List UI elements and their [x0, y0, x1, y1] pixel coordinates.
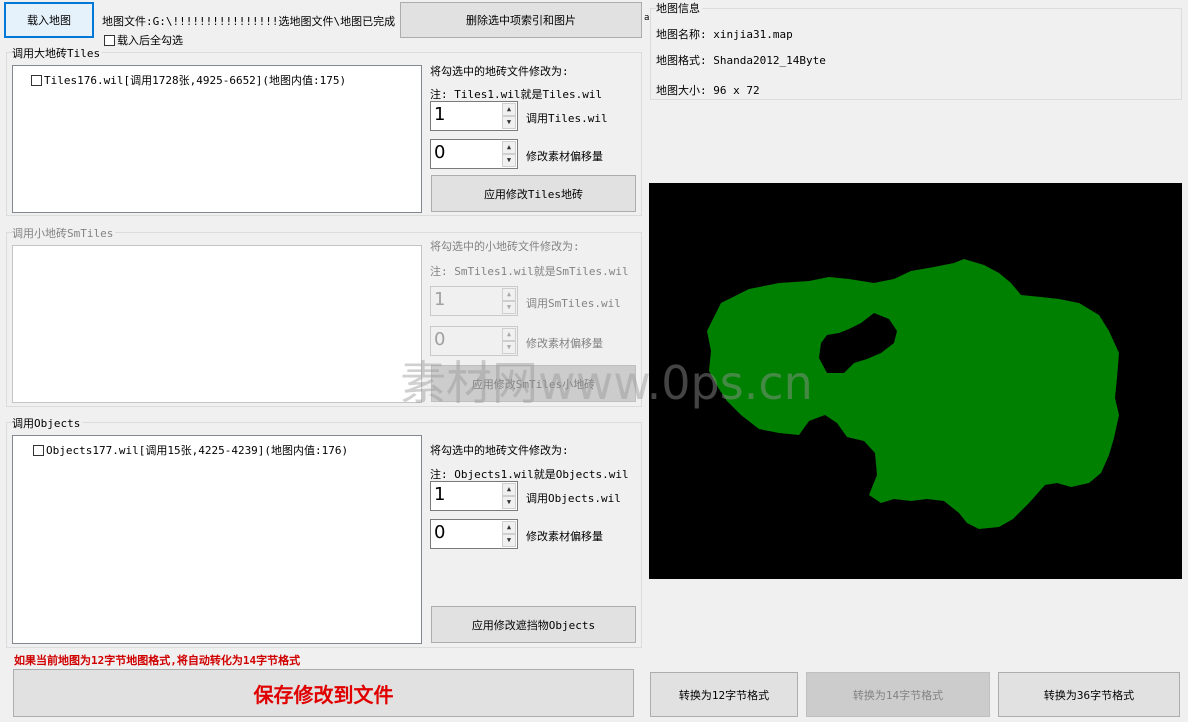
map-preview[interactable]	[649, 183, 1182, 579]
smtiles-offset-stepper[interactable]: 0 ▲ ▼	[430, 326, 518, 356]
truncated-char: a	[644, 13, 650, 23]
checkbox-icon[interactable]	[104, 35, 115, 46]
select-all-label: 载入后全勾选	[117, 34, 183, 47]
objects-note: 注: Objects1.wil就是Objects.wil	[430, 468, 629, 481]
tiles-modify-label: 将勾选中的地砖文件修改为:	[430, 65, 569, 78]
stepper-value: 0	[434, 142, 446, 163]
smtiles-list[interactable]	[12, 245, 422, 403]
list-item-label: Tiles176.wil[调用1728张,4925-6652](地图内值:175…	[44, 74, 347, 87]
load-map-button[interactable]: 载入地图	[4, 2, 94, 38]
stepper-down-icon[interactable]: ▼	[502, 341, 516, 354]
objects-offset-label: 修改素材偏移量	[526, 530, 603, 543]
smtiles-modify-label: 将勾选中的小地砖文件修改为:	[430, 240, 580, 253]
list-item-label: Objects177.wil[调用15张,4225-4239](地图内值:176…	[46, 444, 349, 457]
checkbox-icon[interactable]	[33, 445, 44, 456]
smtiles-offset-label: 修改素材偏移量	[526, 337, 603, 350]
map-name: 地图名称: xinjia31.map	[656, 28, 793, 41]
tiles-list[interactable]: Tiles176.wil[调用1728张,4925-6652](地图内值:175…	[12, 65, 422, 213]
smtiles-file-stepper[interactable]: 1 ▲ ▼	[430, 286, 518, 316]
map-size: 地图大小: 96 x 72	[656, 84, 760, 97]
map-land-shape	[707, 259, 1119, 529]
tiles-note: 注: Tiles1.wil就是Tiles.wil	[430, 88, 603, 101]
smtiles-note: 注: SmTiles1.wil就是SmTiles.wil	[430, 265, 629, 278]
stepper-down-icon[interactable]: ▼	[502, 154, 516, 167]
map-preview-image	[707, 259, 1119, 529]
format-warning: 如果当前地图为12字节地图格式,将自动转化为14字节格式	[14, 654, 301, 667]
stepper-down-icon[interactable]: ▼	[502, 534, 516, 547]
apply-objects-button[interactable]: 应用修改遮挡物Objects	[431, 606, 636, 643]
stepper-up-icon[interactable]: ▲	[502, 521, 516, 534]
tiles-offset-stepper[interactable]: 0 ▲ ▼	[430, 139, 518, 169]
stepper-up-icon[interactable]: ▲	[502, 141, 516, 154]
smtiles-group-title: 调用小地砖SmTiles	[12, 225, 116, 241]
stepper-up-icon[interactable]: ▲	[502, 103, 516, 116]
tiles-offset-label: 修改素材偏移量	[526, 150, 603, 163]
apply-tiles-button[interactable]: 应用修改Tiles地砖	[431, 175, 636, 212]
stepper-value: 1	[434, 289, 446, 310]
delete-selected-button[interactable]: 删除选中项索引和图片	[400, 2, 642, 38]
convert-36-byte-button[interactable]: 转换为36字节格式	[998, 672, 1180, 717]
stepper-value: 1	[434, 104, 446, 125]
stepper-down-icon[interactable]: ▼	[502, 116, 516, 129]
objects-modify-label: 将勾选中的地砖文件修改为:	[430, 444, 569, 457]
stepper-down-icon[interactable]: ▼	[502, 496, 516, 509]
convert-12-byte-button[interactable]: 转换为12字节格式	[650, 672, 798, 717]
stepper-up-icon[interactable]: ▲	[502, 288, 516, 301]
smtiles-file-stepper-label: 调用SmTiles.wil	[526, 297, 621, 310]
objects-file-stepper-label: 调用Objects.wil	[526, 492, 621, 505]
tiles-file-stepper[interactable]: 1 ▲ ▼	[430, 101, 518, 131]
checkbox-icon[interactable]	[31, 75, 42, 86]
list-item[interactable]: Tiles176.wil[调用1728张,4925-6652](地图内值:175…	[31, 72, 346, 88]
tiles-group-title: 调用大地砖Tiles	[12, 45, 103, 61]
stepper-down-icon[interactable]: ▼	[502, 301, 516, 314]
stepper-value: 0	[434, 522, 446, 543]
stepper-value: 1	[434, 484, 446, 505]
list-item[interactable]: Objects177.wil[调用15张,4225-4239](地图内值:176…	[33, 442, 348, 458]
map-file-path: 地图文件:G:\!!!!!!!!!!!!!!!!选地图文件\地图已完成	[102, 15, 396, 28]
objects-offset-stepper[interactable]: 0 ▲ ▼	[430, 519, 518, 549]
objects-file-stepper[interactable]: 1 ▲ ▼	[430, 481, 518, 511]
tiles-file-stepper-label: 调用Tiles.wil	[526, 112, 608, 125]
apply-smtiles-button[interactable]: 应用修改SmTiles小地砖	[431, 365, 636, 402]
select-all-on-load-checkbox[interactable]: 载入后全勾选	[104, 32, 183, 48]
stepper-value: 0	[434, 329, 446, 350]
stepper-up-icon[interactable]: ▲	[502, 483, 516, 496]
objects-group-title: 调用Objects	[12, 415, 83, 431]
stepper-up-icon[interactable]: ▲	[502, 328, 516, 341]
save-to-file-button[interactable]: 保存修改到文件	[13, 669, 634, 717]
map-info-title: 地图信息	[656, 0, 702, 16]
map-format: 地图格式: Shanda2012_14Byte	[656, 54, 826, 67]
convert-14-byte-button[interactable]: 转换为14字节格式	[806, 672, 990, 717]
objects-list[interactable]: Objects177.wil[调用15张,4225-4239](地图内值:176…	[12, 435, 422, 644]
